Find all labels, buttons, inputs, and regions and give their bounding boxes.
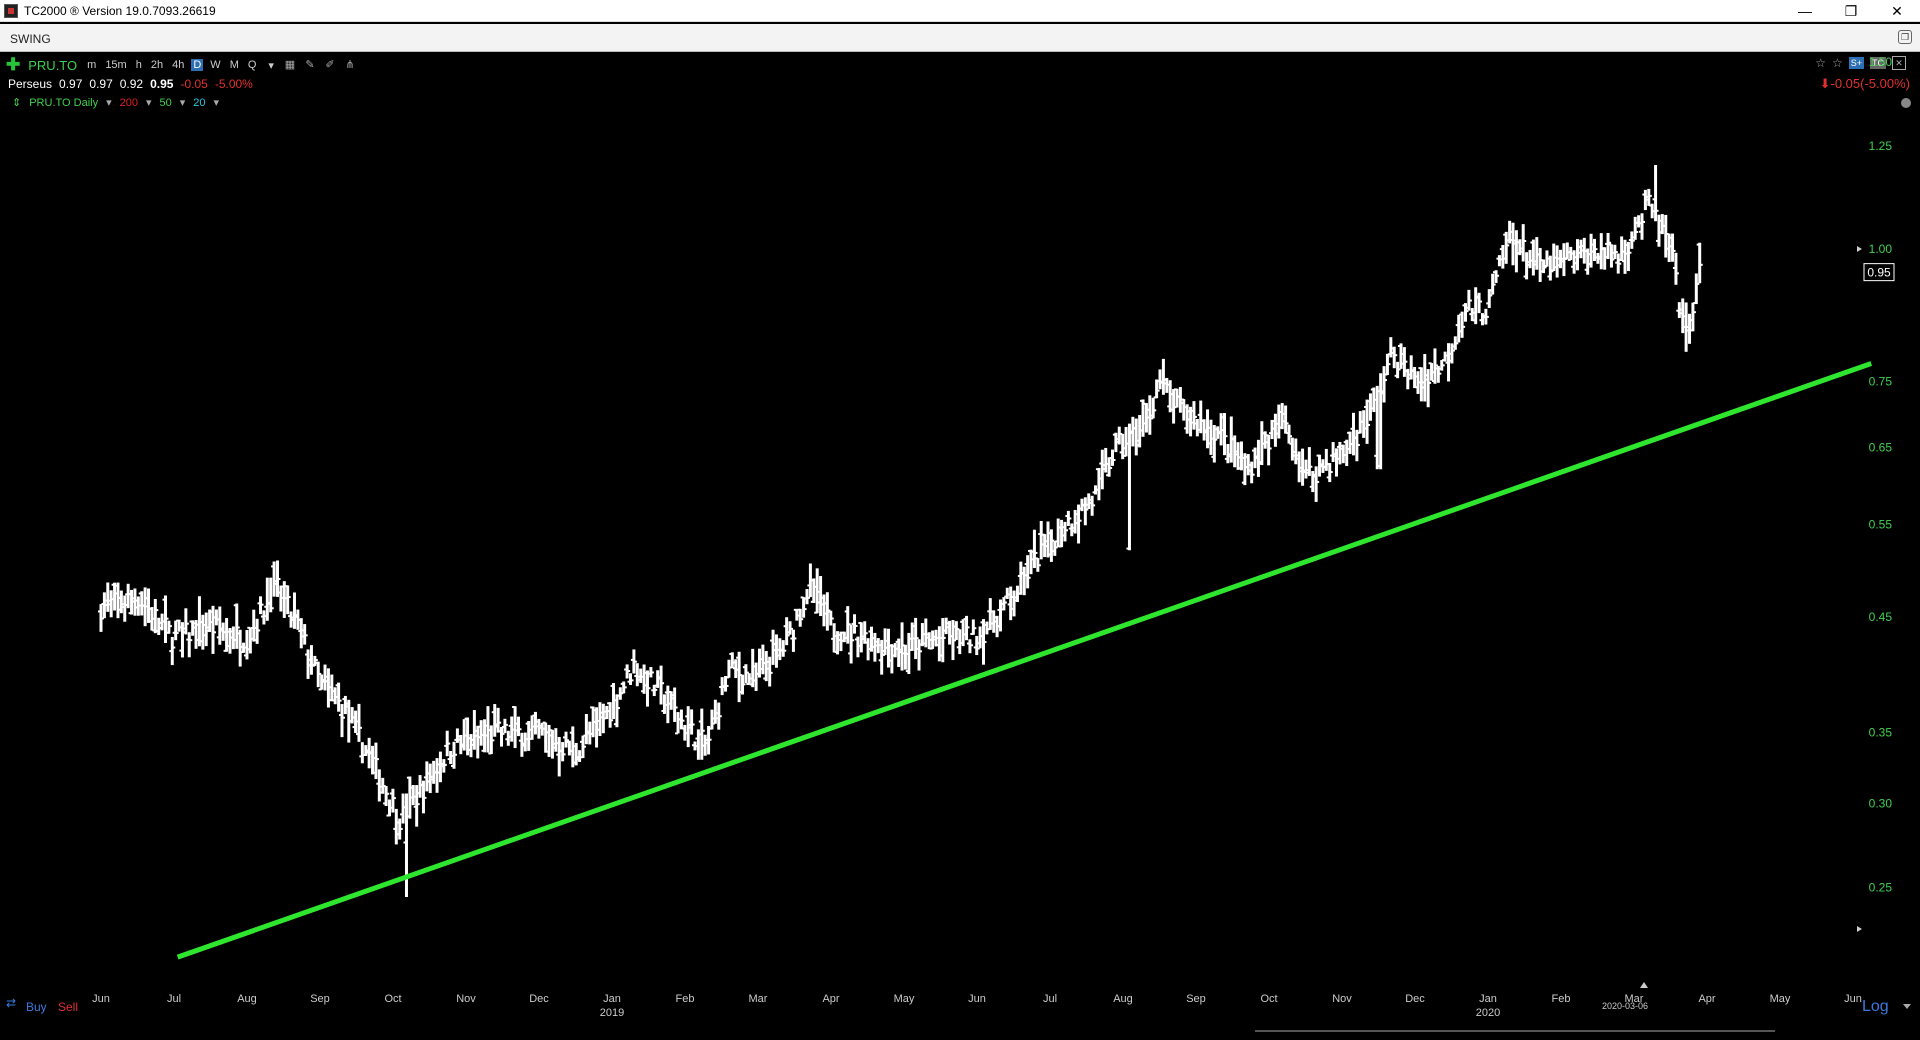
close-chart-icon[interactable]: ✕ xyxy=(1892,56,1906,70)
study-collapse-icon[interactable]: ⇕ xyxy=(12,96,21,109)
studies-line: ⇕ PRU.TO Daily ▾ 200 ▾ 50 ▾ 20 ▾ xyxy=(12,96,220,110)
scan-icon[interactable]: S+ xyxy=(1848,57,1864,69)
restore-layout-icon[interactable]: ❐ xyxy=(1898,30,1912,44)
ma-20-dropdown-icon[interactable]: ▾ xyxy=(214,96,220,109)
log-scale-toggle[interactable]: Log xyxy=(1862,998,1889,1016)
timeframe-selector: m 15m h 2h 4h D W M Q xyxy=(85,59,258,71)
study-label[interactable]: PRU.TO Daily xyxy=(29,97,98,109)
title-bar: TC2000 ® Version 19.0.7093.26619 — ❐ ✕ xyxy=(0,0,1920,22)
timeframe-15m[interactable]: 15m xyxy=(103,59,128,71)
ma-20-label[interactable]: 20 xyxy=(193,97,205,109)
pencil-icon[interactable]: ✎ xyxy=(304,59,316,71)
tc-icon[interactable]: TC xyxy=(1870,57,1886,69)
ma-50-label[interactable]: 50 xyxy=(160,97,172,109)
timeframe-dropdown-icon[interactable]: ▾ xyxy=(266,59,276,72)
ma-50-dropdown-icon[interactable]: ▾ xyxy=(180,96,186,109)
buy-button[interactable]: Buy xyxy=(26,1000,47,1014)
timeframe-w[interactable]: W xyxy=(208,59,222,71)
chart-toolbar: ✚ PRU.TO m 15m h 2h 4h D W M Q ▾ ▦ ✎ ✐ ⋔ xyxy=(6,56,356,74)
star-outline-icon[interactable]: ☆ xyxy=(1832,56,1843,70)
time-scrollbar[interactable] xyxy=(1255,1030,1775,1032)
timeframe-4h[interactable]: 4h xyxy=(170,59,186,71)
timeframe-minute[interactable]: m xyxy=(85,59,98,71)
timeframe-d[interactable]: D xyxy=(191,59,204,71)
minimize-button[interactable]: — xyxy=(1782,0,1828,22)
edit-icon[interactable]: ✐ xyxy=(324,59,336,71)
chart-area[interactable]: ✚ PRU.TO m 15m h 2h 4h D W M Q ▾ ▦ ✎ ✐ ⋔ ☆ ☆ S+ … xyxy=(0,54,1920,1040)
app-icon xyxy=(4,4,18,18)
ma-200-dropdown-icon[interactable]: ▾ xyxy=(146,96,152,109)
layout-name[interactable]: SWING xyxy=(10,32,51,46)
symbol-label[interactable]: PRU.TO xyxy=(28,58,77,73)
maximize-button[interactable]: ❐ xyxy=(1828,0,1874,22)
study-dropdown-icon[interactable]: ▾ xyxy=(106,96,112,109)
last-value: 0.95 xyxy=(150,77,174,91)
timeframe-q[interactable]: Q xyxy=(246,59,259,71)
grid-icon[interactable]: ▦ xyxy=(284,59,296,71)
timeframe-m[interactable]: M xyxy=(228,59,241,71)
window-title: TC2000 ® Version 19.0.7093.26619 xyxy=(24,4,216,18)
timeframe-h[interactable]: h xyxy=(134,59,144,71)
trade-icon[interactable]: ⇄ xyxy=(6,996,16,1010)
summary-change: ⬇-0.05(-5.00%) xyxy=(1820,76,1910,92)
timeframe-2h[interactable]: 2h xyxy=(149,59,165,71)
add-symbol-icon[interactable]: ✚ xyxy=(6,56,20,73)
company-name: Perseus xyxy=(8,77,53,91)
open-value: 0.97 xyxy=(59,77,83,91)
close-button[interactable]: ✕ xyxy=(1874,0,1920,22)
layout-tab-bar: SWING ❐ xyxy=(0,24,1920,52)
quote-line: Perseus 0.97 0.97 0.92 0.95 -0.05 -5.00% xyxy=(8,76,253,92)
change-value: -0.05 xyxy=(180,77,208,91)
down-arrow-icon: ⬇ xyxy=(1819,76,1831,91)
sell-button[interactable]: Sell xyxy=(58,1000,78,1014)
low-value: 0.92 xyxy=(119,77,144,91)
ma-200-label[interactable]: 200 xyxy=(120,97,138,109)
high-value: 0.97 xyxy=(89,77,113,91)
summary-change-text: -0.05(-5.00%) xyxy=(1830,76,1910,91)
top-right-tools: ☆ ☆ S+ TC ✕ xyxy=(1815,56,1906,70)
star-icon[interactable]: ☆ xyxy=(1815,56,1826,70)
change-pct-value: -5.00% xyxy=(214,77,253,91)
share-icon[interactable]: ⋔ xyxy=(344,59,356,71)
